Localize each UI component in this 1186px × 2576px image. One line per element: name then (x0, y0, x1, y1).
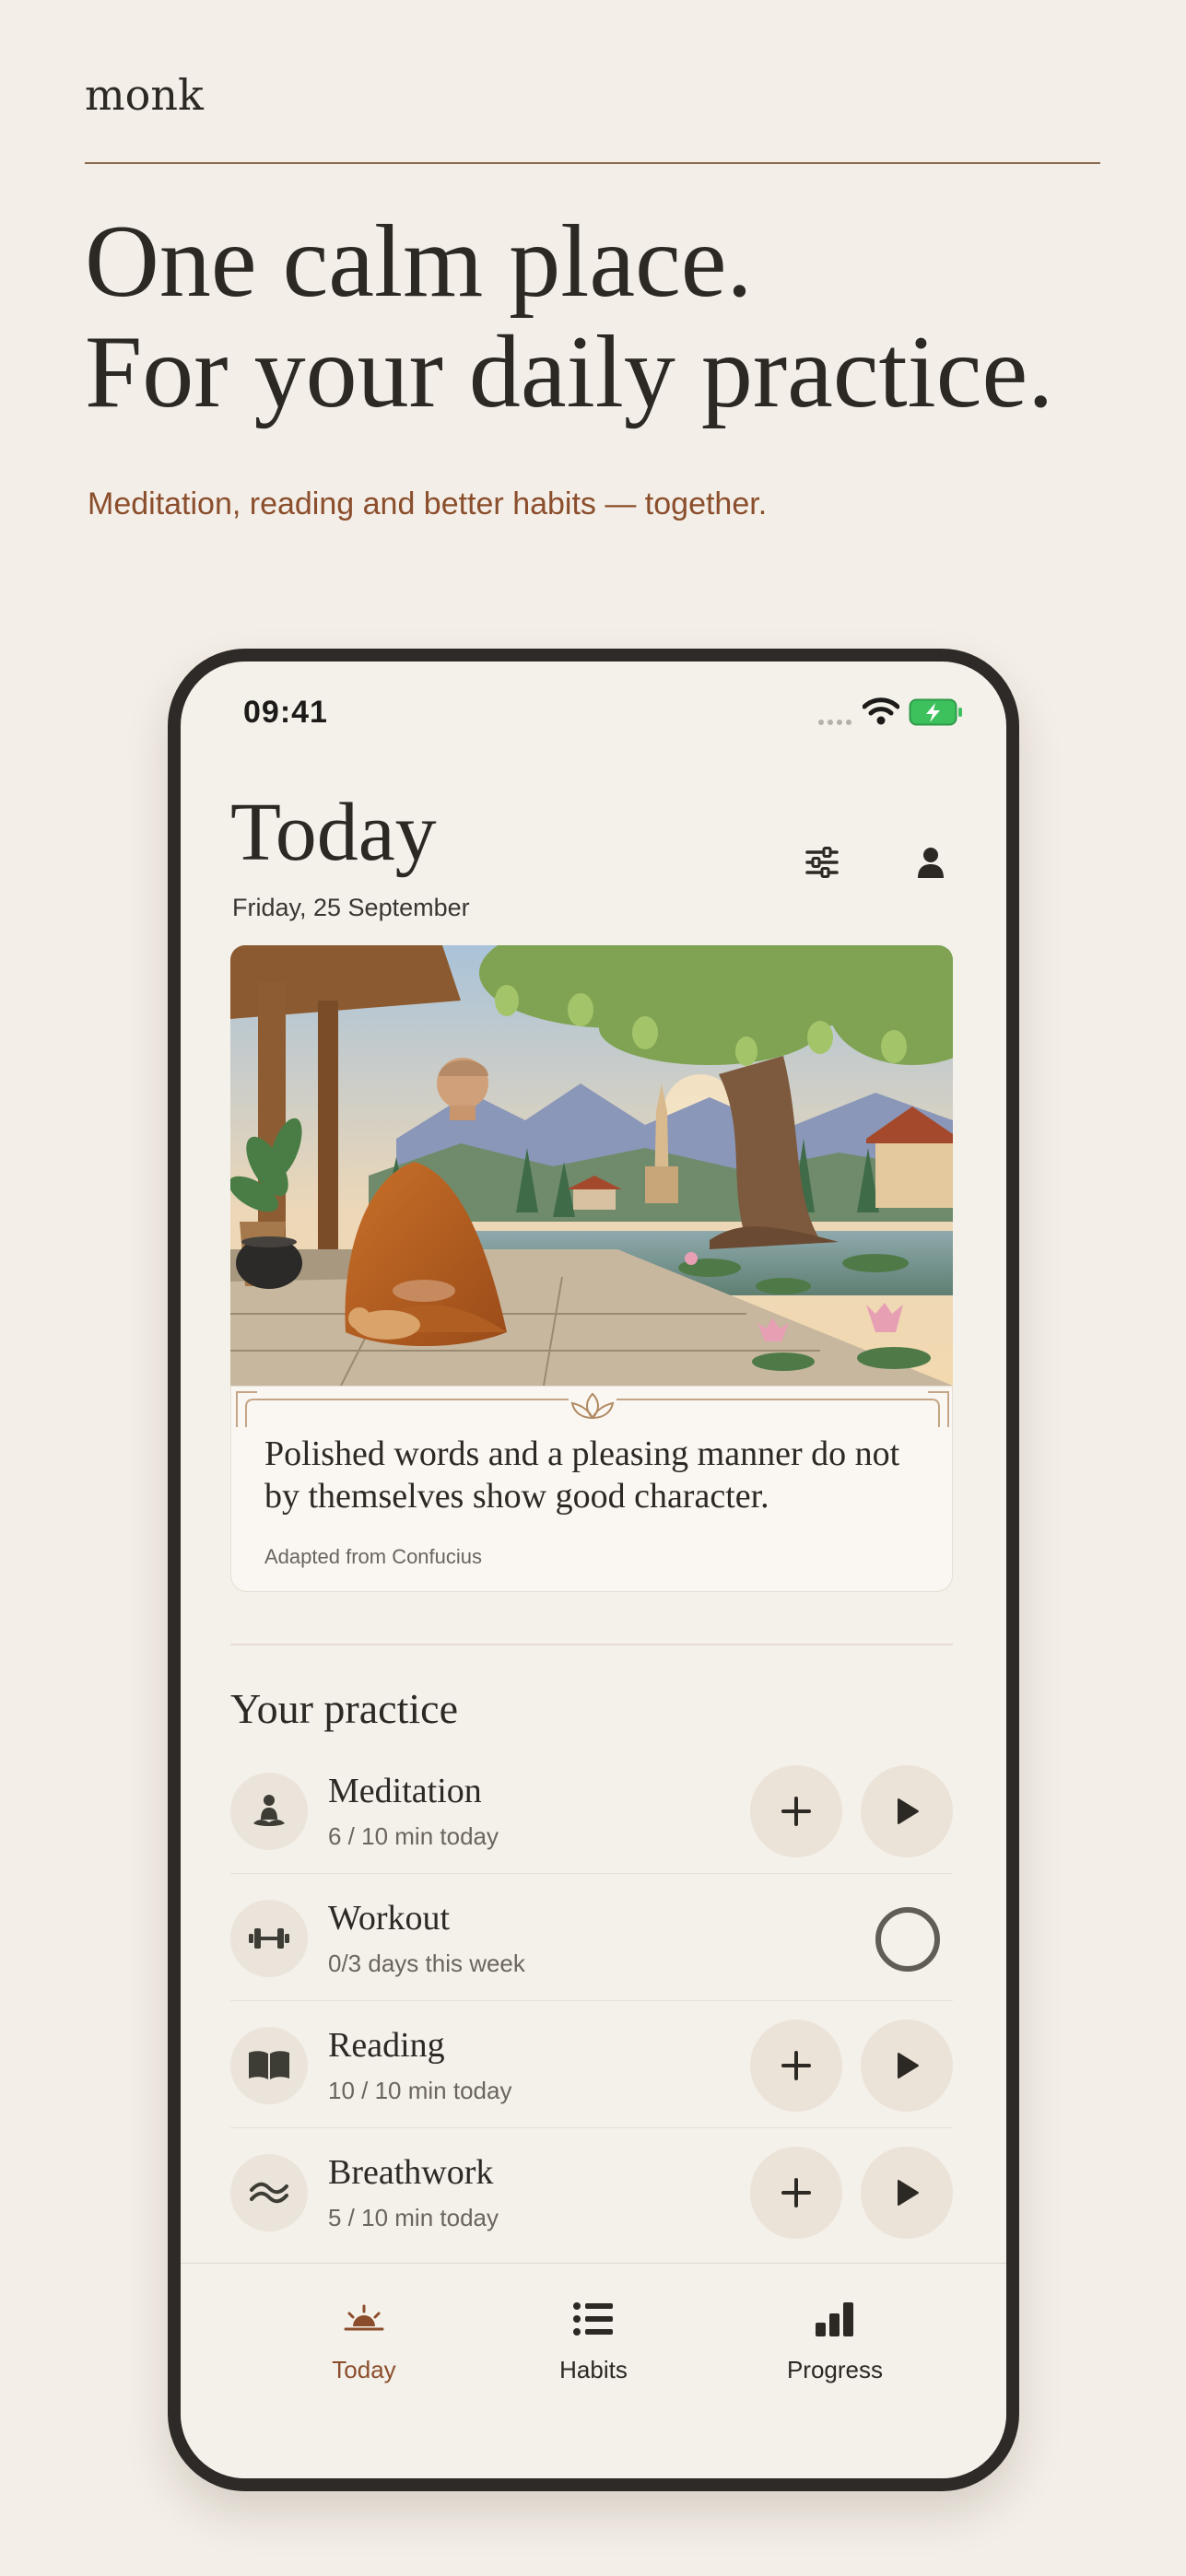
section-divider (230, 1644, 953, 1645)
complete-checkbox[interactable] (875, 1907, 940, 1972)
lotus-icon (570, 1392, 615, 1420)
list-icon (573, 2302, 613, 2336)
quote-source: Adapted from Confucius (264, 1545, 483, 1568)
play-icon (898, 1798, 919, 1824)
sunrise-icon (344, 2304, 384, 2331)
profile-button[interactable] (901, 833, 960, 892)
plus-icon (781, 1797, 811, 1826)
plus-icon (781, 2178, 811, 2207)
sliders-icon (805, 847, 839, 878)
start-session-button[interactable] (861, 1765, 953, 1857)
habit-row-workout[interactable]: Workout 0/3 days this week (230, 1874, 953, 2001)
play-icon (898, 2180, 919, 2206)
habit-name: Workout (328, 1899, 451, 1938)
user-icon (918, 848, 944, 878)
habit-progress: 6 / 10 min today (328, 1822, 499, 1850)
filter-button[interactable] (793, 833, 851, 892)
brand-logo: monk (85, 70, 204, 120)
tab-today[interactable]: Today (272, 2293, 456, 2384)
bar-chart-icon (816, 2302, 853, 2336)
quote-frame-ornament (236, 1391, 949, 1427)
tab-label: Today (332, 2356, 396, 2383)
headline-line-2: For your daily practice. (85, 315, 1054, 429)
add-time-button[interactable] (750, 2020, 842, 2112)
tagline: Meditation, reading and better habits — … (88, 486, 768, 521)
practice-title: Your practice (230, 1685, 458, 1732)
habit-row-reading[interactable]: Reading 10 / 10 min today (230, 2001, 953, 2128)
habit-progress: 0/3 days this week (328, 1950, 525, 1977)
tab-progress[interactable]: Progress (743, 2293, 927, 2384)
app-screen: 09:41 Today Friday, 25 September Polishe… (181, 662, 1006, 2478)
status-time: 09:41 (243, 695, 328, 730)
monk-meditating-illustration (230, 945, 953, 1386)
dumbbell-icon (230, 1900, 308, 1977)
header-rule (85, 162, 1100, 164)
tab-habits[interactable]: Habits (501, 2293, 686, 2384)
page-date: Friday, 25 September (232, 894, 470, 921)
quote-text: Polished words and a pleasing manner do … (264, 1434, 900, 1516)
add-time-button[interactable] (750, 1765, 842, 1857)
habit-progress: 5 / 10 min today (328, 2204, 499, 2231)
start-session-button[interactable] (861, 2020, 953, 2112)
habit-name: Breathwork (328, 2153, 494, 2192)
plus-icon (781, 2051, 811, 2080)
headline: One calm place. For your daily practice. (85, 206, 1145, 427)
add-time-button[interactable] (750, 2147, 842, 2239)
habit-row-meditation[interactable]: Meditation 6 / 10 min today (230, 1747, 953, 1874)
page-title: Today (230, 787, 437, 878)
start-session-button[interactable] (861, 2147, 953, 2239)
habit-row-breathwork[interactable]: Breathwork 5 / 10 min today (230, 2128, 953, 2255)
tab-label: Progress (786, 2356, 884, 2383)
meditation-icon (230, 1773, 308, 1850)
habit-progress: 10 / 10 min today (328, 2077, 512, 2104)
battery-icon (909, 698, 962, 726)
daily-quote-card: Polished words and a pleasing manner do … (230, 1386, 953, 1592)
phone-frame: 09:41 Today Friday, 25 September Polishe… (168, 649, 1019, 2491)
play-icon (898, 2053, 919, 2078)
headline-line-1: One calm place. (85, 205, 753, 319)
wifi-icon (863, 697, 899, 725)
signal-icon (818, 713, 855, 730)
tab-label: Habits (559, 2356, 628, 2383)
habit-name: Meditation (328, 1772, 482, 1810)
habit-name: Reading (328, 2026, 445, 2065)
hero-illustration (230, 945, 953, 1386)
bottom-tab-bar: Today Habits Progress (181, 2263, 1006, 2478)
wave-icon (230, 2154, 308, 2231)
book-icon (230, 2027, 308, 2104)
